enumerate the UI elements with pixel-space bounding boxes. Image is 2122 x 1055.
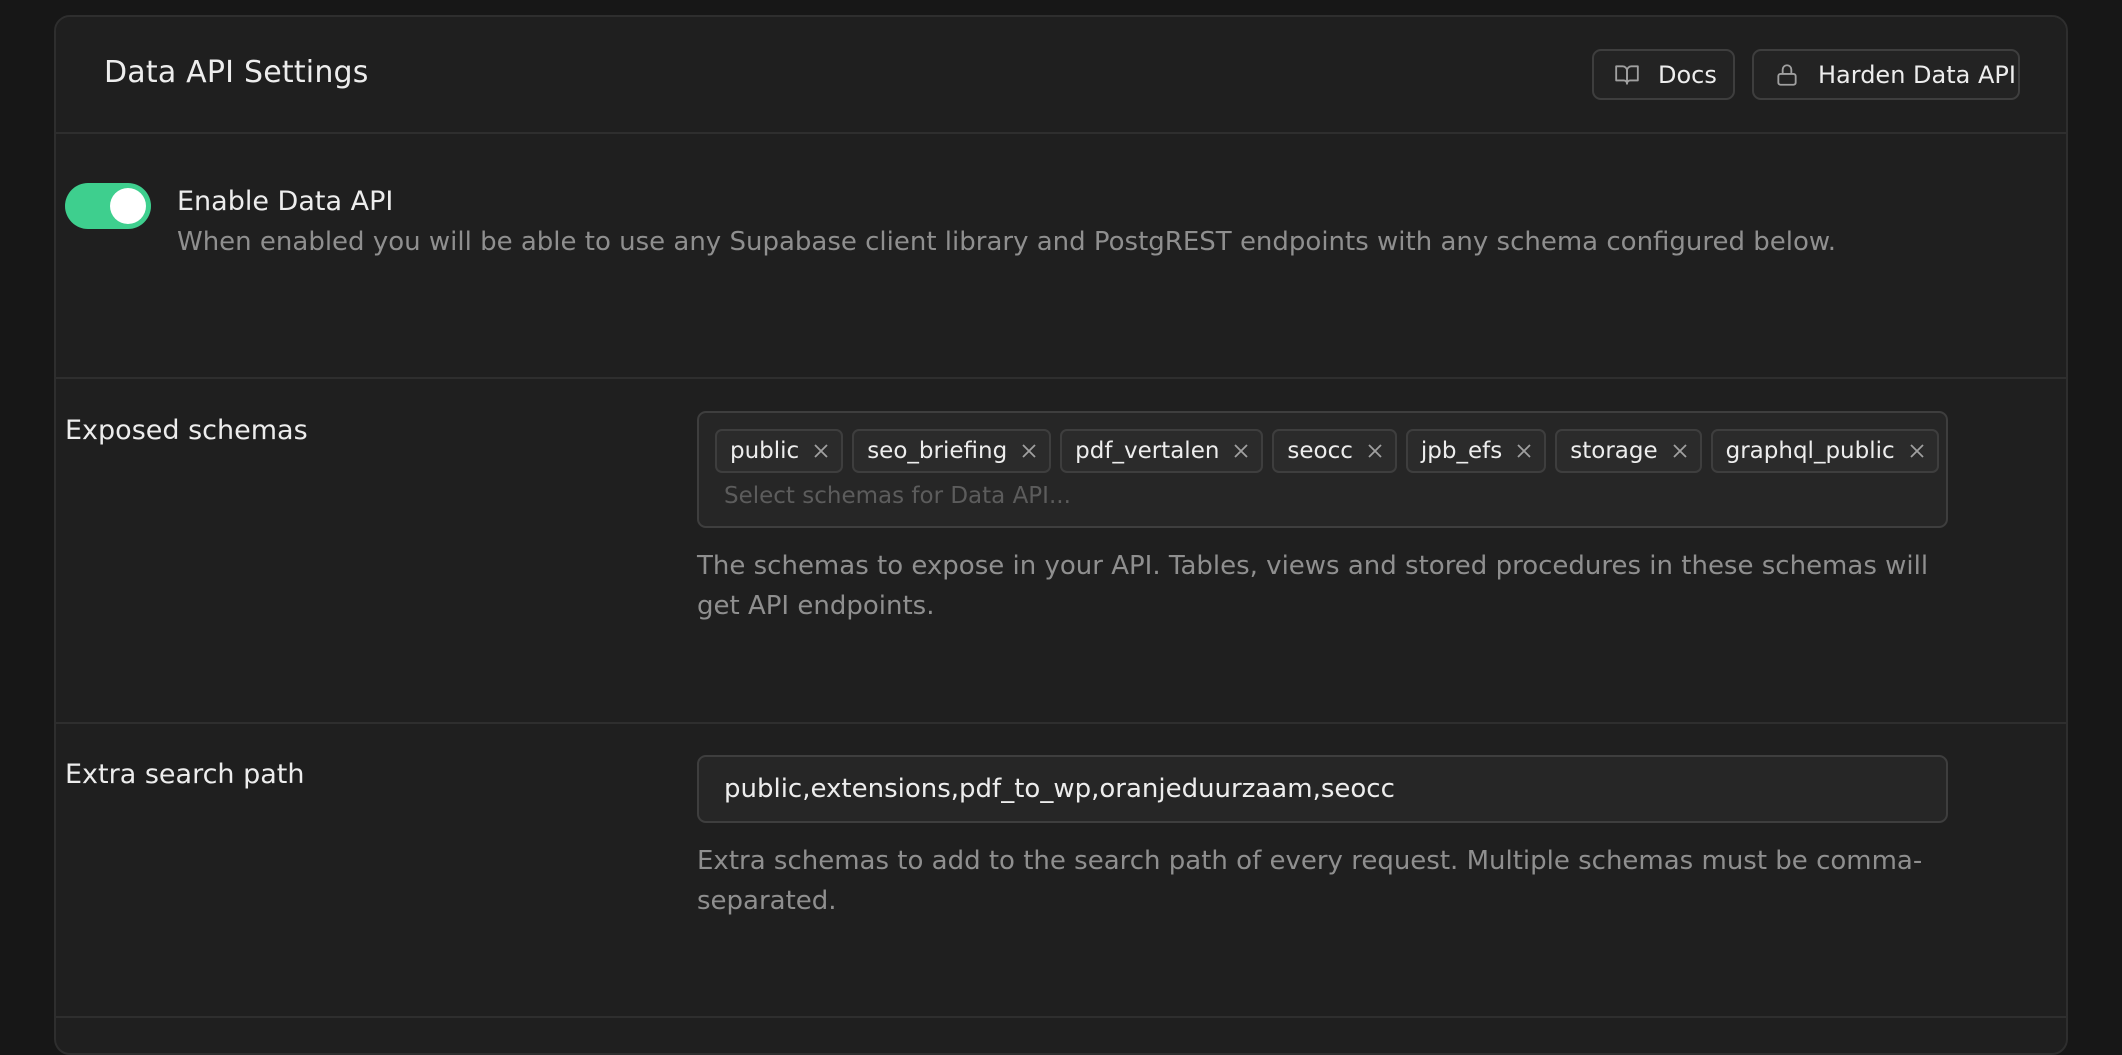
toggle-knob bbox=[110, 188, 146, 224]
panel-header: Data API Settings Docs Harden Data API bbox=[56, 17, 2066, 134]
schema-tag: seo_briefing bbox=[852, 429, 1052, 473]
schema-tag-label: graphql_public bbox=[1725, 438, 1895, 464]
schema-tag: public bbox=[715, 429, 844, 473]
extra-search-path-input[interactable] bbox=[697, 755, 1948, 823]
remove-tag-icon[interactable] bbox=[1233, 443, 1249, 459]
exposed-schemas-label: Exposed schemas bbox=[65, 415, 308, 446]
remove-tag-icon[interactable] bbox=[813, 443, 829, 459]
schema-tag-label: seocc bbox=[1287, 438, 1353, 464]
enable-data-api-description: When enabled you will be able to use any… bbox=[177, 227, 1837, 257]
schema-tag-label: public bbox=[730, 438, 800, 464]
schema-tag-label: jpb_efs bbox=[1420, 438, 1503, 464]
remove-tag-icon[interactable] bbox=[1021, 443, 1037, 459]
enable-data-api-toggle[interactable] bbox=[65, 183, 151, 229]
docs-button[interactable]: Docs bbox=[1592, 49, 1735, 100]
schema-tag: seocc bbox=[1272, 429, 1397, 473]
schema-select-placeholder[interactable]: Select schemas for Data API... bbox=[724, 483, 1071, 509]
remove-tag-icon[interactable] bbox=[1672, 443, 1688, 459]
schema-tag: graphql_public bbox=[1710, 429, 1939, 473]
schema-tag-label: seo_briefing bbox=[867, 438, 1008, 464]
exposed-schemas-help: The schemas to expose in your API. Table… bbox=[697, 551, 1929, 621]
extra-search-path-label: Extra search path bbox=[65, 759, 305, 790]
remove-tag-icon[interactable] bbox=[1909, 443, 1925, 459]
schema-tag: pdf_vertalen bbox=[1060, 429, 1264, 473]
docs-button-label: Docs bbox=[1658, 60, 1717, 89]
schema-tag: jpb_efs bbox=[1405, 429, 1547, 473]
page-title: Data API Settings bbox=[104, 55, 369, 90]
schema-tag-label: storage bbox=[1570, 438, 1658, 464]
lock-icon bbox=[1774, 61, 1800, 89]
schema-tag-label: pdf_vertalen bbox=[1075, 438, 1220, 464]
extra-search-path-help: Extra schemas to add to the search path … bbox=[697, 846, 1923, 916]
enable-data-api-title: Enable Data API bbox=[177, 186, 394, 217]
book-open-icon bbox=[1614, 61, 1640, 89]
schema-tags: public seo_briefing pdf_vertalen seocc j… bbox=[715, 429, 1939, 473]
remove-tag-icon[interactable] bbox=[1516, 443, 1532, 459]
remove-tag-icon[interactable] bbox=[1367, 443, 1383, 459]
exposed-schemas-multiselect[interactable]: public seo_briefing pdf_vertalen seocc j… bbox=[697, 411, 1948, 528]
harden-data-api-button[interactable]: Harden Data API bbox=[1752, 49, 2020, 100]
harden-button-label: Harden Data API bbox=[1818, 60, 2016, 89]
schema-tag: storage bbox=[1555, 429, 1702, 473]
